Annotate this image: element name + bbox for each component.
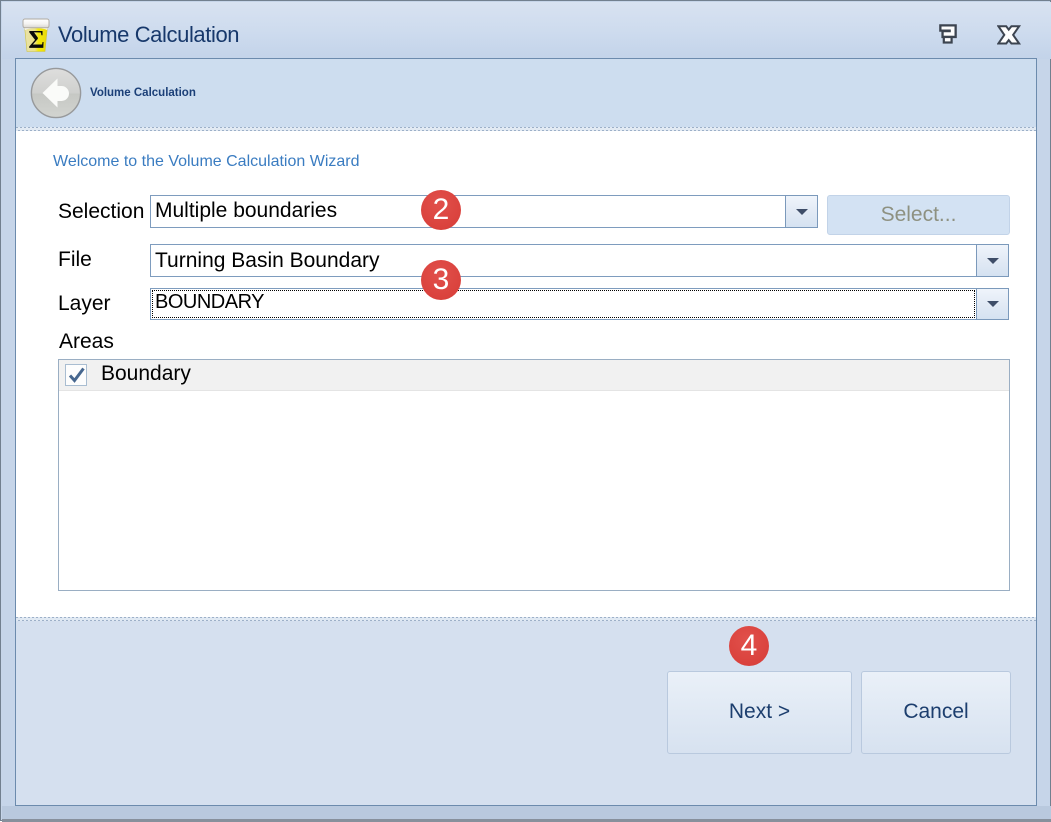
- svg-text:Σ: Σ: [28, 27, 44, 54]
